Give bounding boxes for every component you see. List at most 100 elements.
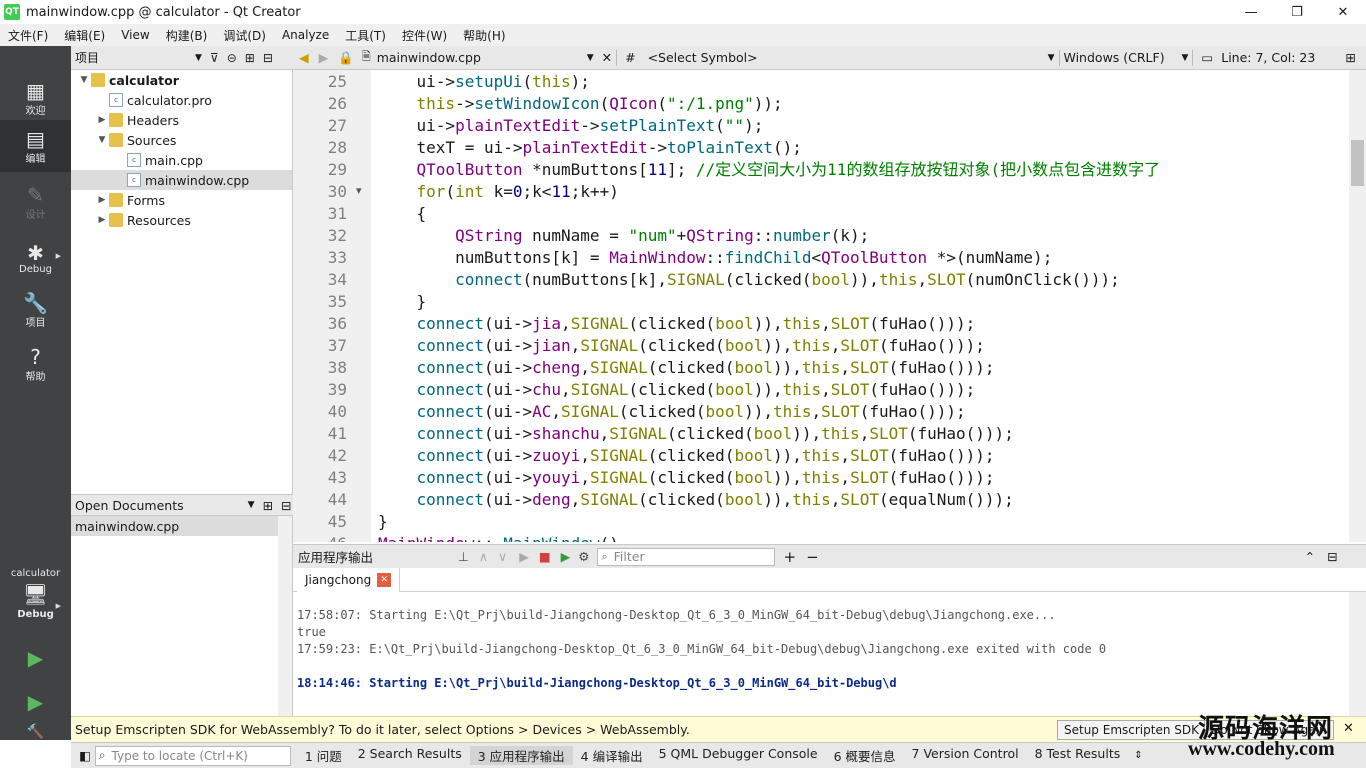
file-icon: c — [109, 93, 123, 107]
cursor-position[interactable]: Line: 7, Col: 23 — [1221, 50, 1315, 65]
output-line: 17:58:07: Starting E:\Qt_Prj\build-Jiang… — [297, 608, 1056, 622]
previous-icon[interactable]: ∧ — [479, 549, 488, 564]
close-pane-icon[interactable]: ⊟ — [1327, 549, 1337, 564]
output-scrollbar[interactable] — [1349, 592, 1366, 716]
mode-item[interactable]: ✎ 设计 — [0, 176, 71, 228]
menu-item[interactable]: 文件(F) — [0, 27, 56, 44]
output-pane-button[interactable]: 2 Search Results — [350, 746, 470, 765]
zoom-in-icon[interactable]: + — [783, 548, 796, 566]
maximize-button[interactable]: ❐ — [1274, 0, 1320, 24]
toggle-sidebar-icon[interactable]: ◧ — [79, 748, 91, 763]
menu-item[interactable]: 编辑(E) — [56, 27, 113, 44]
output-tab[interactable]: Jiangchong ✕ — [297, 568, 401, 592]
forward-arrow-icon[interactable]: ▶ — [319, 50, 329, 65]
menu-item[interactable]: 帮助(H) — [455, 27, 513, 44]
tree-item[interactable]: ▶ Resources — [71, 210, 292, 230]
zoom-out-icon[interactable]: − — [806, 548, 819, 566]
maximize-pane-icon[interactable]: ⌃ — [1305, 549, 1315, 564]
open-documents-title[interactable]: Open Documents — [75, 498, 184, 513]
mode-debug[interactable]: ✱ Debug ▶ — [0, 232, 71, 284]
build-button[interactable]: 🔨 — [0, 722, 71, 742]
symbol-selector[interactable]: <Select Symbol> — [648, 50, 1048, 65]
mode-item[interactable]: ▤ 编辑 — [0, 120, 71, 172]
chevron-down-icon[interactable]: ▼ — [587, 53, 594, 63]
settings-gear-icon[interactable]: ⚙ — [578, 549, 589, 564]
menu-item[interactable]: View — [113, 28, 157, 42]
menu-item[interactable]: 工具(T) — [337, 27, 394, 44]
close-pane-icon[interactable]: ⊟ — [263, 51, 273, 65]
tree-item[interactable]: c calculator.pro — [71, 90, 292, 110]
run-icon[interactable]: ▶ — [519, 549, 529, 564]
open-document-item[interactable]: mainwindow.cpp — [71, 516, 278, 536]
debug-run-icon[interactable]: ▶ — [561, 549, 571, 564]
line-endings-selector[interactable]: Windows (CRLF) — [1064, 50, 1182, 65]
mode-label: 欢迎 — [25, 105, 46, 117]
debug-run-icon: ▶ — [27, 690, 44, 714]
stop-icon[interactable]: ■ — [539, 549, 551, 564]
line-number: 29 — [327, 160, 347, 179]
close-button[interactable]: ✕ — [1320, 0, 1366, 24]
menu-item[interactable]: 构建(B) — [158, 27, 216, 44]
output-pane-button[interactable]: 4 编译输出 — [573, 746, 651, 765]
output-pane-button[interactable]: 1 问题 — [297, 746, 350, 765]
folder-icon — [109, 193, 123, 207]
output-filter-field[interactable]: ⌕ Filter — [597, 547, 776, 566]
fold-marker-icon[interactable]: ▾ — [356, 184, 362, 197]
close-infobar-icon[interactable]: ✕ — [1343, 721, 1354, 736]
menu-item[interactable]: 调试(D) — [215, 27, 274, 44]
code-editor[interactable]: ui->setupUi(this); this->setWindowIcon(Q… — [371, 70, 1349, 542]
code-line: } — [378, 292, 427, 311]
more-panes-icon[interactable]: ⇕ — [1134, 750, 1142, 761]
tree-item[interactable]: ▼ calculator — [71, 70, 292, 90]
output-pane-button[interactable]: 3 应用程序输出 — [469, 746, 573, 765]
project-view-selector[interactable]: 项目 — [75, 49, 99, 66]
next-icon[interactable]: ∨ — [498, 549, 507, 564]
output-pane-button[interactable]: 6 概要信息 — [826, 746, 904, 765]
close-pane-icon[interactable]: ⊟ — [281, 498, 291, 513]
mode-item[interactable]: 🔧 项目 — [0, 284, 71, 336]
line-number: 27 — [327, 116, 347, 135]
clear-output-icon[interactable]: ⊥ — [458, 549, 469, 564]
mode-item[interactable]: ? 帮助 — [0, 338, 71, 390]
start-debugging-button[interactable]: ▶ — [0, 682, 71, 722]
filter-icon[interactable]: ⊽ — [210, 51, 219, 65]
tree-item[interactable]: c main.cpp — [71, 150, 292, 170]
setup-emscripten-button[interactable]: Setup Emscripten SDK — [1057, 720, 1206, 740]
collapse-arrow-icon[interactable]: ▶ — [95, 115, 109, 125]
split-icon[interactable]: ⊞ — [263, 498, 273, 513]
kit-selector[interactable]: calculator 🖥 Debug ▶ — [0, 554, 71, 634]
output-pane-button[interactable]: 7 Version Control — [904, 746, 1027, 765]
output-pane-title: 应用程序输出 — [298, 550, 374, 565]
locator-input[interactable]: ⌕ Type to locate (Ctrl+K) — [94, 745, 291, 766]
output-pane-button[interactable]: 8 Test Results — [1027, 746, 1129, 765]
chevron-down-icon[interactable]: ▼ — [1182, 53, 1189, 63]
tree-item[interactable]: c mainwindow.cpp — [71, 170, 292, 190]
expand-arrow-icon[interactable]: ▼ — [95, 135, 109, 145]
menu-item[interactable]: 控件(W) — [394, 27, 455, 44]
tree-item[interactable]: ▶ Headers — [71, 110, 292, 130]
output-pane-button[interactable]: 5 QML Debugger Console — [651, 746, 826, 765]
chevron-down-icon[interactable]: ▼ — [195, 53, 202, 63]
application-output[interactable]: 17:58:07: Starting E:\Qt_Prj\build-Jiang… — [293, 592, 1349, 716]
close-document-icon[interactable]: ✕ — [602, 50, 612, 65]
split-icon[interactable]: ⊞ — [245, 51, 255, 65]
close-tab-icon[interactable]: ✕ — [377, 573, 392, 587]
open-documents-scrollbar[interactable] — [278, 516, 292, 716]
editor-scrollbar-thumb[interactable] — [1351, 140, 1364, 186]
chevron-down-icon[interactable]: ▼ — [248, 500, 255, 510]
tree-item[interactable]: ▼ Sources — [71, 130, 292, 150]
collapse-arrow-icon[interactable]: ▶ — [95, 195, 109, 205]
run-button[interactable]: ▶ — [0, 638, 71, 678]
output-line: 18:14:46: Starting E:\Qt_Prj\build-Jiang… — [297, 676, 897, 690]
back-arrow-icon[interactable]: ◀ — [299, 50, 309, 65]
document-selector[interactable]: mainwindow.cpp — [377, 50, 587, 65]
minimize-button[interactable]: — — [1228, 0, 1274, 24]
link-icon[interactable]: ⊝ — [227, 51, 237, 65]
mode-item[interactable]: ▦ 欢迎 — [0, 72, 71, 124]
expand-arrow-icon[interactable]: ▼ — [77, 75, 91, 85]
chevron-down-icon[interactable]: ▼ — [1048, 53, 1055, 63]
collapse-arrow-icon[interactable]: ▶ — [95, 215, 109, 225]
split-icon[interactable]: ⊞ — [1345, 50, 1355, 65]
menu-item[interactable]: Analyze — [274, 28, 337, 42]
tree-item[interactable]: ▶ Forms — [71, 190, 292, 210]
